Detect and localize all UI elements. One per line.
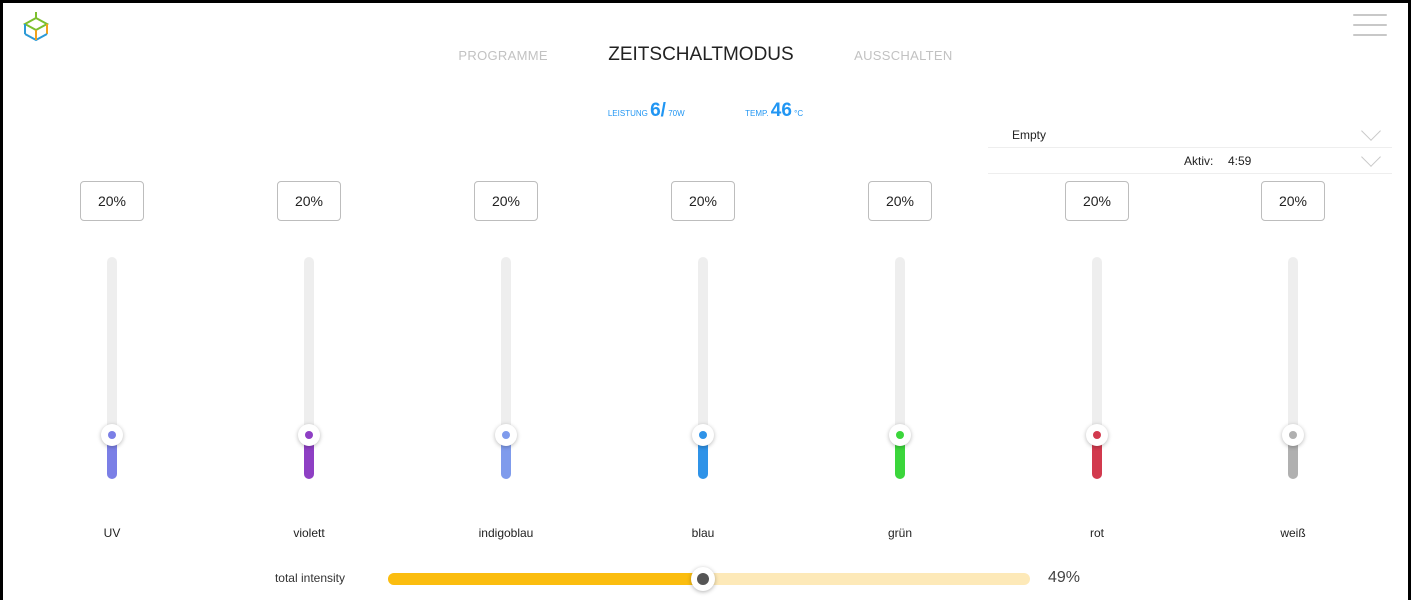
active-time-label: Aktiv: [1184,154,1214,168]
total-intensity-slider[interactable] [388,567,1030,591]
status-readout: LEISTUNG 6/ 70W TEMP. 46 °C [0,100,1411,122]
handle-dot [108,431,116,439]
channel-label: UV [103,526,121,540]
channel-column-1: violett [277,181,341,540]
mode-tabs: PROGRAMME ZEITSCHALTMODUS AUSSCHALTEN [0,44,1411,66]
total-intensity-value: 49% [1048,569,1081,586]
channel-slider-handle[interactable] [692,424,714,446]
channel-slider-handle[interactable] [1282,424,1304,446]
channel-slider-track[interactable] [298,257,320,479]
channel-percent-input[interactable] [671,181,735,221]
channel-slider-handle[interactable] [889,424,911,446]
channel-column-5: rot [1065,181,1129,540]
channel-percent-input[interactable] [277,181,341,221]
active-time-select[interactable]: Aktiv: 4:59 [988,147,1392,174]
program-select-value: Empty [1012,128,1047,142]
channel-percent-input[interactable] [1065,181,1129,221]
channel-percent-input[interactable] [1261,181,1325,221]
handle-dot [1289,431,1297,439]
tab-programme[interactable]: PROGRAMME [458,48,547,63]
channel-label: violett [293,526,325,540]
cube-logo-icon [22,12,50,42]
channel-label: grün [887,526,913,540]
channel-column-2: indigoblau [474,181,538,540]
power-value: 6/ [650,100,666,121]
power-label: LEISTUNG [607,109,648,118]
channel-percent-input[interactable] [80,181,144,221]
channel-label: blau [691,526,715,540]
channel-slider-handle[interactable] [1086,424,1108,446]
temperature-unit: °C [794,109,804,118]
channel-slider-track[interactable] [1282,257,1304,479]
channel-column-0: UV [80,181,144,540]
power-stat: LEISTUNG 6/ 70W [608,100,685,122]
active-time-value: 4:59 [1228,154,1252,168]
temperature-stat: TEMP. 46 °C [745,100,803,122]
handle-dot [699,431,707,439]
channel-label: rot [1089,526,1104,540]
chevron-down-icon[interactable] [1361,121,1381,141]
handle-dot [896,431,904,439]
handle-dot [697,573,709,585]
channel-slider-track[interactable] [101,257,123,479]
total-intensity-label: total intensity [274,571,346,585]
program-select[interactable]: Empty [988,121,1392,148]
channel-column-4: grün [868,181,932,540]
channel-label: indigoblau [478,526,534,540]
channel-slider-track[interactable] [692,257,714,479]
temperature-label: TEMP. [745,109,769,118]
channel-column-6: weiß [1261,181,1325,540]
handle-dot [502,431,510,439]
total-intensity-fill [388,573,703,585]
power-unit: 70W [668,109,685,118]
channel-column-3: blau [671,181,735,540]
channel-slider-track[interactable] [889,257,911,479]
channel-label: weiß [1280,526,1306,540]
channel-slider-track[interactable] [1086,257,1108,479]
channel-percent-input[interactable] [474,181,538,221]
channel-slider-handle[interactable] [495,424,517,446]
channel-slider-track[interactable] [495,257,517,479]
hamburger-menu-icon[interactable] [1353,14,1387,40]
chevron-down-icon[interactable] [1361,147,1381,167]
channel-percent-input[interactable] [868,181,932,221]
tab-ausschalten[interactable]: AUSSCHALTEN [854,48,952,63]
channel-slider-handle[interactable] [101,424,123,446]
temperature-value: 46 [770,100,792,121]
total-intensity-handle[interactable] [691,567,715,591]
handle-dot [1093,431,1101,439]
channel-slider-handle[interactable] [298,424,320,446]
tab-zeitschaltmodus[interactable]: ZEITSCHALTMODUS [608,44,793,66]
handle-dot [305,431,313,439]
